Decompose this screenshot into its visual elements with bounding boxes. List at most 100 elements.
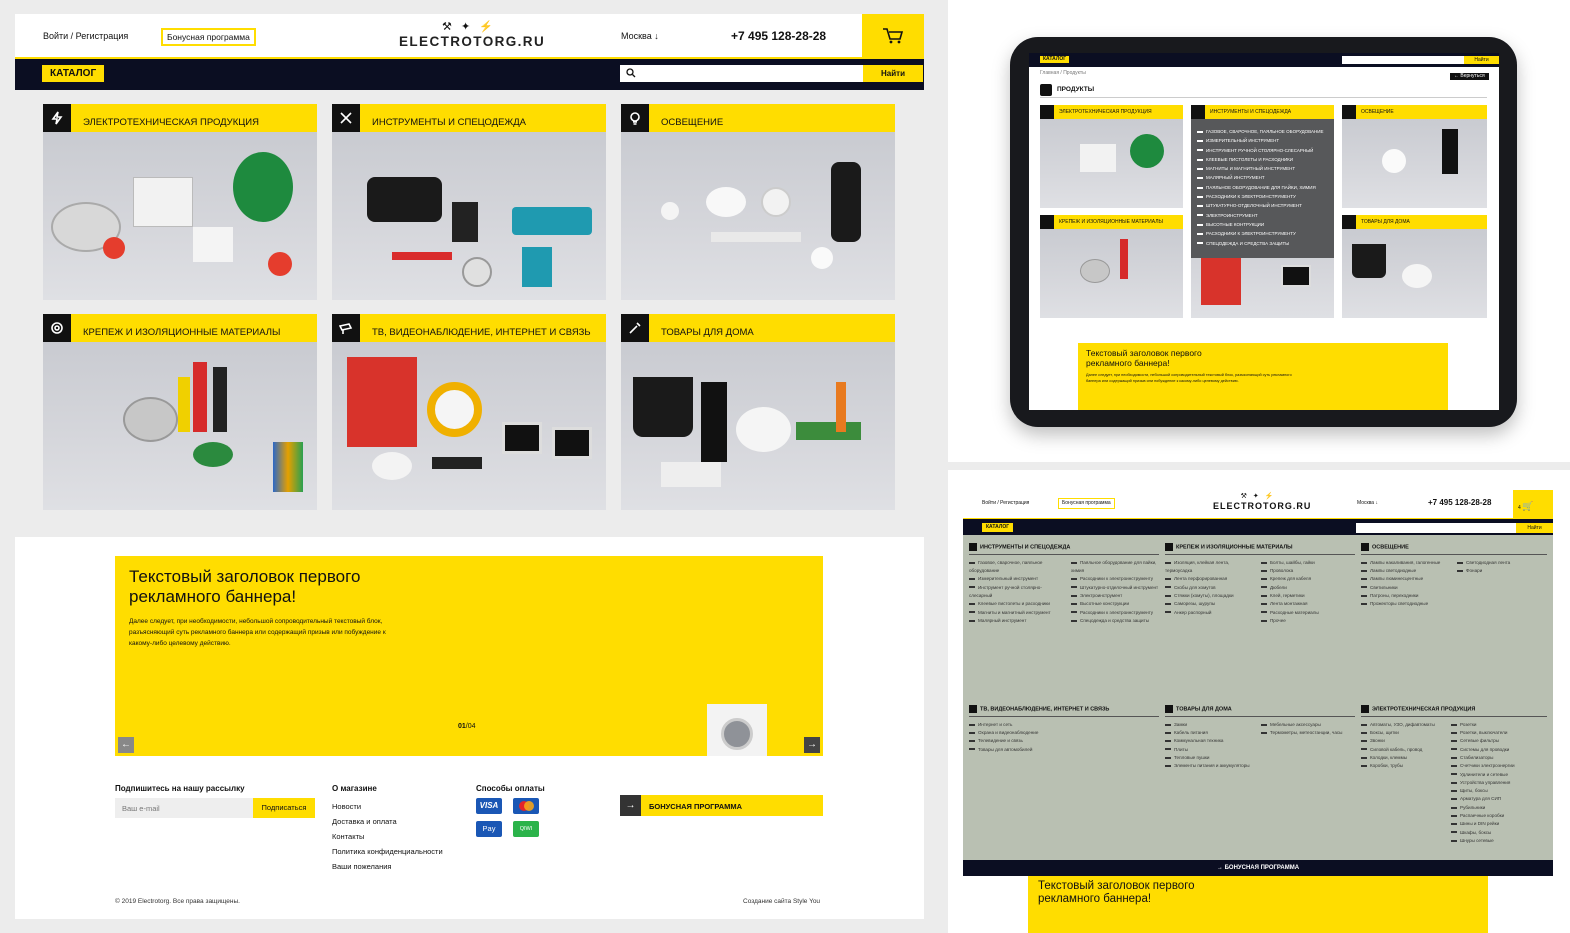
dropdown-item[interactable]: РАСХОДНИКИ К ЭЛЕКТРОИНСТРУМЕНТУ: [1197, 192, 1328, 201]
credits-link[interactable]: Создание сайта Style You: [743, 898, 820, 905]
mega-link[interactable]: Расходники к электроинструменту: [1071, 609, 1159, 617]
mega-link[interactable]: Лента монтажная: [1261, 600, 1351, 608]
logo[interactable]: ⚒ ✦ ⚡ ELECTROTORG.RU: [399, 20, 544, 52]
dropdown-item[interactable]: СПЕЦОДЕЖДА И СРЕДСТВА ЗАЩИТЫ: [1197, 239, 1328, 248]
tablet-catalog-button[interactable]: КАТАЛОГ: [1040, 56, 1070, 63]
dropdown-item[interactable]: ГАЗОВОЕ, СВАРОЧНОЕ, ПАЯЛЬНОЕ ОБОРУДОВАНИ…: [1197, 127, 1328, 136]
tablet-search-input[interactable]: [1342, 56, 1464, 64]
mega-bonus-bar[interactable]: → БОНУСНАЯ ПРОГРАММА: [963, 860, 1553, 876]
tablet-search-button[interactable]: Найти: [1464, 56, 1499, 64]
tablet-card-open[interactable]: ИНСТРУМЕНТЫ И СПЕЦОДЕЖДА ГАЗОВОЕ, СВАРОЧ…: [1191, 105, 1334, 258]
mega-link[interactable]: Клей, герметики: [1261, 592, 1351, 600]
mega-link[interactable]: Элементы питания и аккумуляторы: [1165, 762, 1255, 770]
mega-link[interactable]: Газовое, сварочное, паяльное оборудовани…: [969, 559, 1065, 576]
mega-link[interactable]: Расходники к электроинструменту: [1071, 575, 1159, 583]
mega-link[interactable]: Стяжки (хомуты), площадки: [1165, 592, 1255, 600]
mega-catalog-button[interactable]: КАТАЛОГ: [982, 523, 1014, 532]
mega-link[interactable]: Арматура для СИП: [1451, 795, 1543, 803]
mega-link[interactable]: Магниты и магнитный инструмент: [969, 609, 1065, 617]
mega-link[interactable]: Системы для проводки: [1451, 746, 1543, 754]
mega-link[interactable]: Фонари: [1457, 567, 1543, 575]
mega-section-title[interactable]: ИНСТРУМЕНТЫ И СПЕЦОДЕЖДА: [969, 543, 1159, 555]
footer-link-privacy[interactable]: Политика конфиденциальности: [332, 844, 443, 859]
mega-login-link[interactable]: Войти / Регистрация: [982, 500, 1029, 507]
mega-link[interactable]: Патроны, переходники: [1361, 592, 1451, 600]
dropdown-item[interactable]: КЛЕЕВЫЕ ПИСТОЛЕТЫ И РАСХОДНИКИ: [1197, 155, 1328, 164]
cart-button[interactable]: [862, 14, 924, 57]
subscribe-button[interactable]: Подписаться: [253, 798, 315, 818]
mega-link[interactable]: Термометры, метеостанции, часы: [1261, 729, 1351, 737]
mega-cart-button[interactable]: 4 🛒: [1513, 490, 1553, 518]
tablet-card[interactable]: ОСВЕЩЕНИЕ: [1342, 105, 1487, 208]
tablet-back-button[interactable]: ← Вернуться: [1450, 73, 1489, 80]
dropdown-item[interactable]: ВЫСОТНЫЕ КОНТРУКЦИИ: [1197, 220, 1328, 229]
category-card[interactable]: ОСВЕЩЕНИЕ: [621, 104, 895, 300]
mega-link[interactable]: Интернет и сеть: [969, 721, 1159, 729]
mega-link[interactable]: Силовой кабель, провод: [1361, 746, 1445, 754]
mega-link[interactable]: Лампы накаливания, галогенные: [1361, 559, 1451, 567]
mega-link[interactable]: Лампы светодиодные: [1361, 567, 1451, 575]
footer-link-wishes[interactable]: Ваши пожелания: [332, 859, 443, 874]
mega-link[interactable]: Крепеж для кабеля: [1261, 575, 1351, 583]
mega-link[interactable]: Боксы, щитки: [1361, 729, 1445, 737]
mega-bonus-link[interactable]: Бонусная программа: [1058, 498, 1115, 509]
mega-link[interactable]: Шнуры сетевые: [1451, 837, 1543, 845]
login-link[interactable]: Войти / Регистрация: [43, 31, 128, 41]
footer-link-contacts[interactable]: Контакты: [332, 829, 443, 844]
dropdown-item[interactable]: МАГНИТЫ И МАГНИТНЫЙ ИНСТРУМЕНТ: [1197, 164, 1328, 173]
mega-link[interactable]: Звонки: [1361, 737, 1445, 745]
mega-link[interactable]: Щиты, боксы: [1451, 787, 1543, 795]
mega-link[interactable]: Высотные конструкции: [1071, 600, 1159, 608]
mega-section-title[interactable]: КРЕПЕЖ И ИЗОЛЯЦИОННЫЕ МАТЕРИАЛЫ: [1165, 543, 1355, 555]
dropdown-item[interactable]: МАЛЯРНЫЙ ИНСТРУМЕНТ: [1197, 173, 1328, 182]
footer-link-news[interactable]: Новости: [332, 799, 443, 814]
bonus-program-link[interactable]: Бонусная программа: [161, 28, 256, 46]
category-card[interactable]: ТОВАРЫ ДЛЯ ДОМА: [621, 314, 895, 510]
mega-link[interactable]: Анкер распорный: [1165, 609, 1255, 617]
mega-link[interactable]: Коробки, трубы: [1361, 762, 1445, 770]
tablet-banner[interactable]: Текстовый заголовок первого рекламного ба…: [1078, 343, 1448, 410]
mega-link[interactable]: Инструмент ручной столярно-слесарный: [969, 584, 1065, 601]
mega-link[interactable]: Автоматы, УЗО, дифавтоматы: [1361, 721, 1445, 729]
mega-phone[interactable]: +7 495 128-28-28: [1428, 498, 1491, 507]
mega-link[interactable]: Замки: [1165, 721, 1255, 729]
mega-link[interactable]: Скобы для хомутов: [1165, 584, 1255, 592]
mega-link[interactable]: Колодки, клеммы: [1361, 754, 1445, 762]
category-card[interactable]: ЭЛЕКТРОТЕХНИЧЕСКАЯ ПРОДУКЦИЯ: [43, 104, 317, 300]
mega-link[interactable]: Лампы люминесцентные: [1361, 575, 1451, 583]
email-field[interactable]: Ваш e-mail: [115, 798, 253, 818]
mega-link[interactable]: Саморезы, шурупы: [1165, 600, 1255, 608]
mega-link[interactable]: Дюбели: [1261, 584, 1351, 592]
mega-link[interactable]: Малярный инструмент: [969, 617, 1065, 625]
mega-link[interactable]: Рубильники: [1451, 804, 1543, 812]
mega-link[interactable]: Кабель питания: [1165, 729, 1255, 737]
dropdown-item[interactable]: РАСХОДНИКИ К ЭЛЕКТРОИНСТРУМЕНТУ: [1197, 229, 1328, 238]
mega-link[interactable]: Расходные материалы: [1261, 609, 1351, 617]
catalog-button[interactable]: КАТАЛОГ: [42, 65, 105, 82]
mega-link[interactable]: Шины и DIN рейки: [1451, 820, 1543, 828]
mega-link[interactable]: Мебельные аксессуары: [1261, 721, 1351, 729]
mega-link[interactable]: Коммунальная техника: [1165, 737, 1255, 745]
mega-link[interactable]: Охрана и видеонаблюдение: [969, 729, 1159, 737]
search-input[interactable]: [620, 65, 863, 82]
mega-link[interactable]: Розетки: [1451, 721, 1543, 729]
mega-link[interactable]: Стабилизаторы: [1451, 754, 1543, 762]
banner-prev-button[interactable]: ←: [118, 737, 134, 753]
mega-city-selector[interactable]: Москва ↓: [1357, 500, 1378, 507]
dropdown-item[interactable]: ЭЛЕКТРОИНСТРУМЕНТ: [1197, 211, 1328, 220]
mega-section-title[interactable]: ТВ, ВИДЕОНАБЛЮДЕНИЕ, ИНТЕРНЕТ И СВЯЗЬ: [969, 705, 1159, 717]
mega-link[interactable]: Товары для автомобилей: [969, 746, 1159, 754]
mega-link[interactable]: Измерительный инструмент: [969, 575, 1065, 583]
dropdown-item[interactable]: ПАЯЛЬНОЕ ОБОРУДОВАНИЕ ДЛЯ ПАЙКИ, ХИМИЯ: [1197, 183, 1328, 192]
promo-banner[interactable]: Текстовый заголовок первого рекламного ба…: [115, 556, 823, 756]
mega-link[interactable]: Спецодежда и средства защиты: [1071, 617, 1159, 625]
dropdown-item[interactable]: ИЗМЕРИТЕЛЬНЫЙ ИНСТРУМЕНТ: [1197, 136, 1328, 145]
mega-search-input[interactable]: [1356, 523, 1516, 533]
mega-link[interactable]: Телевидение и связь: [969, 737, 1159, 745]
mega-link[interactable]: Светильники: [1361, 584, 1451, 592]
banner-next-button[interactable]: →: [804, 737, 820, 753]
category-card[interactable]: ТВ, ВИДЕОНАБЛЮДЕНИЕ, ИНТЕРНЕТ И СВЯЗЬ: [332, 314, 606, 510]
tablet-card[interactable]: ТОВАРЫ ДЛЯ ДОМА: [1342, 215, 1487, 318]
mega-link[interactable]: Устройства управления: [1451, 779, 1543, 787]
bonus-program-button[interactable]: → БОНУСНАЯ ПРОГРАММА: [620, 795, 823, 816]
